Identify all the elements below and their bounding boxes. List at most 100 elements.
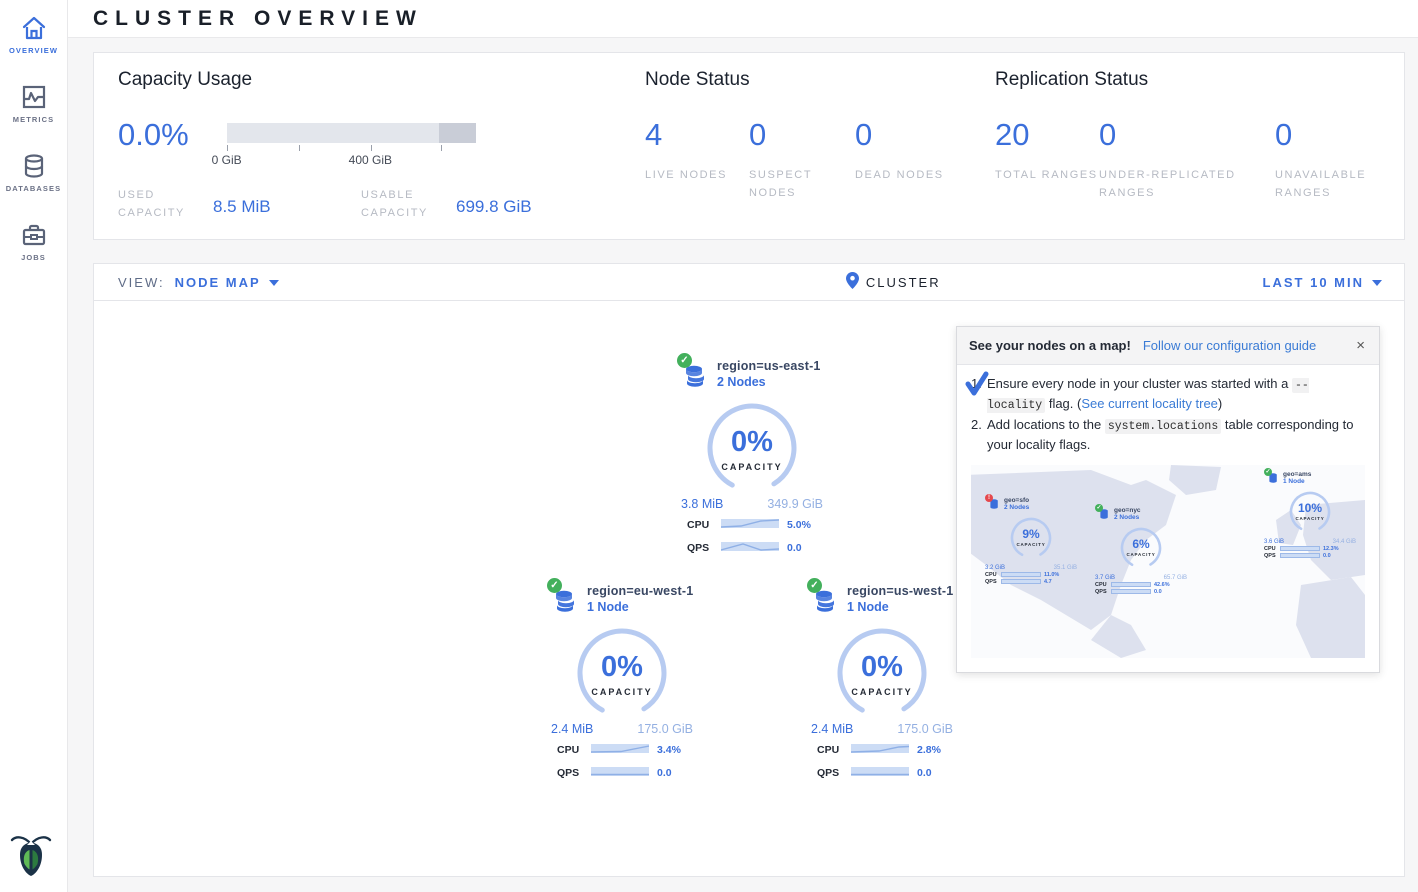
node-database-icon: [683, 363, 709, 394]
qps-label: QPS: [817, 767, 851, 779]
home-icon: [20, 14, 48, 42]
config-step-2: 2.Add locations to the system.locations …: [971, 416, 1365, 455]
nodes-count-link[interactable]: 1 Node: [587, 600, 693, 614]
sidebar-item-label: OVERVIEW: [0, 46, 67, 55]
mini-cpu-sparkline: [1001, 572, 1041, 577]
used-capacity: 2.4 MiB: [811, 722, 853, 736]
mini-region-label: geo=nyc: [1114, 507, 1141, 514]
completed-check-icon: [965, 371, 989, 403]
mini-region-label: geo=ams: [1283, 471, 1311, 478]
dead-nodes-label: DEAD NODES: [855, 167, 965, 185]
healthy-badge-icon: ✓: [1264, 468, 1272, 476]
mini-nodes-count: 1 Node: [1283, 478, 1311, 485]
sidebar-item-metrics[interactable]: METRICS: [0, 83, 67, 124]
node-database-icon: [553, 588, 579, 619]
capacity-axis: 0 GiB 400 GiB: [227, 143, 507, 169]
mini-capacity-caption: CAPACITY: [1287, 516, 1333, 521]
capacity-gauge: 0% CAPACITY: [832, 627, 932, 720]
metrics-icon: [20, 83, 48, 111]
capacity-caption: CAPACITY: [702, 462, 802, 472]
mini-cpu-sparkline: [1111, 582, 1151, 587]
live-nodes-count: 4: [645, 117, 749, 153]
dead-nodes-count: 0: [855, 117, 965, 153]
under-replicated-label: UNDER-REPLICATED RANGES: [1099, 167, 1259, 202]
mini-capacity-percent: 9%: [1008, 527, 1054, 541]
page-title: CLUSTER OVERVIEW: [93, 7, 423, 31]
page-header: CLUSTER OVERVIEW: [68, 0, 1418, 38]
breadcrumb-cluster[interactable]: CLUSTER: [866, 275, 941, 290]
cpu-sparkline: [721, 516, 779, 534]
mini-qps-sparkline: [1001, 579, 1041, 584]
total-ranges-count: 20: [995, 117, 1099, 153]
node-widget-us-east-1[interactable]: ✓ region=us-east-1 2 Nodes 0% CAPACITY 3…: [677, 359, 827, 557]
used-capacity-value: 8.5 MiB: [213, 197, 353, 217]
sidebar-item-overview[interactable]: OVERVIEW: [0, 14, 67, 55]
mini-total-capacity: 65.7 GiB: [1164, 575, 1187, 581]
chevron-down-icon: [1372, 280, 1382, 286]
used-capacity-label: USED CAPACITY: [118, 187, 213, 222]
mini-region-label: geo=sfo: [1004, 497, 1029, 504]
node-map-config-popup: See your nodes on a map! Follow our conf…: [956, 326, 1380, 673]
capacity-caption: CAPACITY: [832, 687, 932, 697]
node-status-section: Node Status 4 LIVE NODES 0 SUSPECT NODES…: [619, 53, 969, 239]
example-map-thumbnail: ! geo=sfo 2 Nodes 9% CAPACITY: [971, 465, 1365, 658]
nodes-count-link[interactable]: 2 Nodes: [717, 375, 821, 389]
qps-value: 0.0: [917, 767, 932, 779]
mini-capacity-percent: 10%: [1287, 501, 1333, 515]
chevron-down-icon: [269, 280, 279, 286]
summary-panel: Capacity Usage 0.0% 0 GiB 400 GiB US: [93, 52, 1405, 240]
section-title: Node Status: [645, 69, 969, 91]
mini-total-capacity: 35.1 GiB: [1054, 565, 1077, 571]
total-ranges-label: TOTAL RANGES: [995, 167, 1105, 185]
qps-sparkline: [591, 764, 649, 782]
mini-capacity-caption: CAPACITY: [1008, 542, 1054, 547]
sidebar-item-label: METRICS: [0, 115, 67, 124]
cpu-sparkline: [591, 741, 649, 759]
qps-label: QPS: [557, 767, 591, 779]
configuration-guide-link[interactable]: Follow our configuration guide: [1143, 338, 1354, 353]
cockroachdb-logo[interactable]: [10, 832, 52, 878]
sidebar-item-jobs[interactable]: JOBS: [0, 221, 67, 262]
close-icon[interactable]: ×: [1354, 337, 1367, 354]
cpu-value: 5.0%: [787, 519, 811, 531]
mini-nodes-count: 2 Nodes: [1114, 514, 1141, 521]
mini-total-capacity: 34.4 GiB: [1333, 539, 1356, 545]
capacity-bar: [227, 123, 476, 143]
capacity-percent: 0%: [702, 426, 802, 459]
capacity-caption: CAPACITY: [572, 687, 672, 697]
qps-sparkline: [851, 764, 909, 782]
axis-tick-label: 400 GiB: [349, 153, 392, 167]
capacity-usage-section: Capacity Usage 0.0% 0 GiB 400 GiB US: [94, 53, 619, 239]
suspect-nodes-count: 0: [749, 117, 855, 153]
capacity-percent: 0.0%: [118, 117, 189, 153]
section-title: Replication Status: [995, 69, 1395, 91]
capacity-percent: 0%: [572, 651, 672, 684]
mini-capacity-caption: CAPACITY: [1118, 552, 1164, 557]
view-dropdown-value: NODE MAP: [175, 275, 261, 290]
used-capacity: 2.4 MiB: [551, 722, 593, 736]
capacity-percent: 0%: [832, 651, 932, 684]
healthy-badge-icon: ✓: [547, 578, 562, 593]
node-widget-us-west-1[interactable]: ✓ region=us-west-1 1 Node 0% CAPACITY 2.…: [807, 584, 957, 782]
nodes-count-link[interactable]: 1 Node: [847, 600, 953, 614]
mini-capacity-percent: 6%: [1118, 537, 1164, 551]
capacity-gauge: 0% CAPACITY: [702, 402, 802, 495]
sidebar-item-databases[interactable]: DATABASES: [0, 152, 67, 193]
qps-value: 0.0: [657, 767, 672, 779]
view-dropdown[interactable]: NODE MAP: [175, 275, 279, 290]
locality-tree-link[interactable]: See current locality tree: [1081, 396, 1218, 411]
healthy-badge-icon: ✓: [677, 353, 692, 368]
total-capacity: 349.9 GiB: [767, 497, 823, 511]
qps-label: QPS: [687, 542, 721, 554]
node-widget-eu-west-1[interactable]: ✓ region=eu-west-1 1 Node 0% CAPACITY 2.…: [547, 584, 697, 782]
view-label: VIEW:: [118, 275, 165, 290]
mini-qps-sparkline: [1111, 589, 1151, 594]
capacity-bar-chart: 0 GiB 400 GiB: [227, 117, 507, 169]
time-range-dropdown[interactable]: LAST 10 MIN: [1263, 275, 1382, 290]
sidebar: OVERVIEW METRICS DATABASES JOBS: [0, 0, 68, 892]
capacity-gauge: 0% CAPACITY: [572, 627, 672, 720]
suspect-nodes-label: SUSPECT NODES: [749, 167, 859, 202]
database-icon: [20, 152, 48, 180]
node-map-panel: ✓ region=us-east-1 2 Nodes 0% CAPACITY 3…: [93, 300, 1405, 877]
warning-badge-icon: !: [985, 494, 993, 502]
